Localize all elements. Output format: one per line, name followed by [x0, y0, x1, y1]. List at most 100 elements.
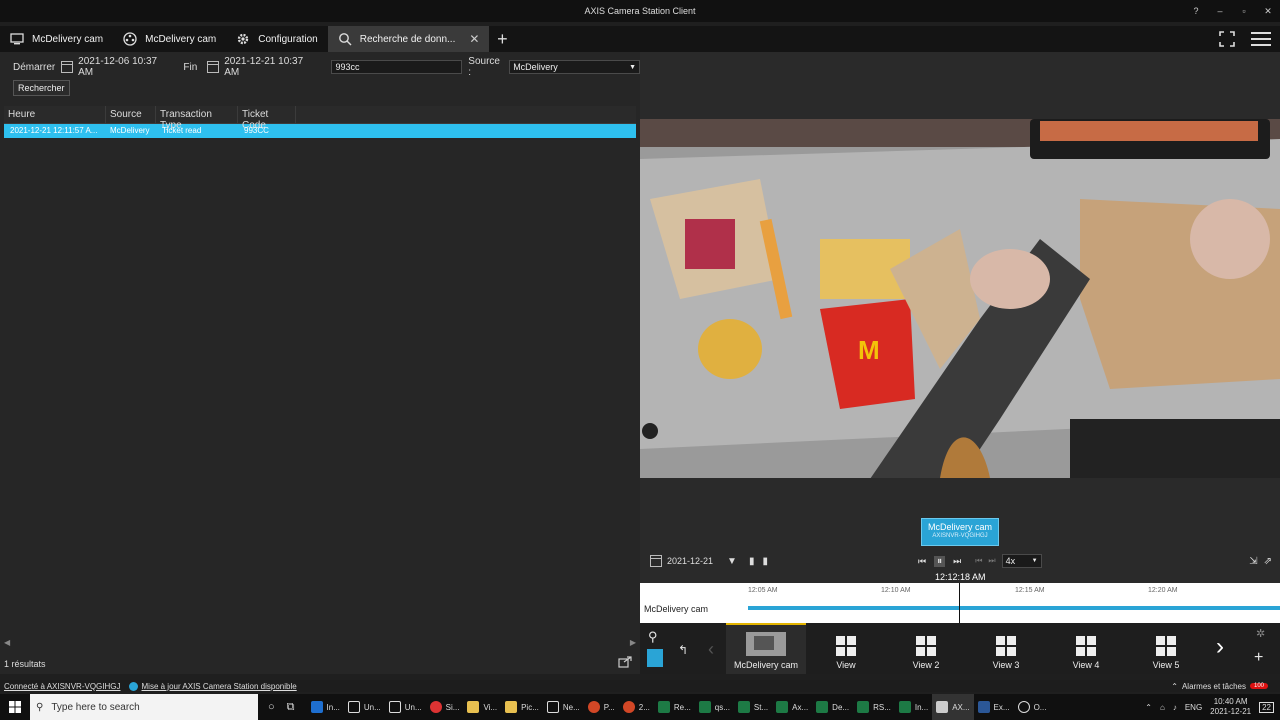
- taskbar-app[interactable]: Un...: [344, 694, 385, 720]
- add-tab-button[interactable]: +: [489, 26, 515, 52]
- scroll-left-icon[interactable]: ◀: [4, 638, 10, 647]
- scroll-views-left-icon[interactable]: ‹: [708, 639, 714, 660]
- lock-icon[interactable]: [647, 649, 663, 667]
- column-header-source[interactable]: Source: [106, 106, 156, 123]
- axis-camera-icon: [936, 701, 949, 713]
- taskbar-app[interactable]: Vi...: [463, 694, 501, 720]
- taskbar-app[interactable]: In...: [895, 694, 932, 720]
- taskbar-app[interactable]: Ax...: [772, 694, 812, 720]
- notification-icon[interactable]: 22: [1259, 701, 1274, 713]
- bookmark-icon[interactable]: ▮: [749, 556, 755, 567]
- update-notice[interactable]: Mise à jour AXIS Camera Station disponib…: [128, 681, 297, 691]
- recording-bar[interactable]: [748, 606, 1280, 610]
- alarms-label: Alarmes et tâches: [1181, 681, 1246, 691]
- taskbar-app-label: Ex...: [993, 702, 1010, 712]
- view-item[interactable]: View 2: [886, 623, 966, 674]
- zoom-icon[interactable]: ⚲: [648, 629, 658, 645]
- playhead[interactable]: [959, 583, 960, 623]
- alarms-and-tasks[interactable]: ⌃ Alarmes et tâches 100: [1171, 682, 1268, 691]
- camera-video-feed[interactable]: M: [640, 119, 1280, 478]
- calendar-icon[interactable]: [207, 61, 220, 73]
- calendar-icon[interactable]: [61, 61, 74, 73]
- taskbar-app[interactable]: qs...: [695, 694, 734, 720]
- excel-icon: [898, 701, 911, 713]
- maximize-button[interactable]: ▫: [1232, 6, 1256, 16]
- minimize-button[interactable]: –: [1208, 6, 1232, 16]
- fullscreen-icon[interactable]: [1218, 30, 1236, 48]
- open-external-icon[interactable]: ⇗: [1264, 556, 1272, 567]
- column-header-time[interactable]: Heure: [4, 106, 106, 123]
- scroll-views-right-icon[interactable]: ›: [1216, 633, 1224, 661]
- taskbar-app[interactable]: De...: [812, 694, 853, 720]
- taskbar-search[interactable]: ⚲ Type here to search: [30, 694, 258, 720]
- export-icon[interactable]: [618, 656, 632, 668]
- start-date-field[interactable]: 2021-12-06 10:37 AM: [78, 56, 173, 78]
- clock[interactable]: 10:40 AM 2021-12-21: [1210, 697, 1251, 717]
- filter-icon[interactable]: ▼: [727, 556, 737, 567]
- taskbar-app-label: O...: [1033, 702, 1047, 712]
- search-query-input[interactable]: 993cc: [331, 60, 463, 74]
- taskbar-app[interactable]: P...: [584, 694, 619, 720]
- view-item[interactable]: View 3: [966, 623, 1046, 674]
- view-item[interactable]: View 4: [1046, 623, 1126, 674]
- taskbar-app[interactable]: In...: [307, 694, 344, 720]
- taskbar-app[interactable]: AX...: [932, 694, 974, 720]
- step-back-icon[interactable]: ⏮: [975, 556, 982, 566]
- export-clip-icon[interactable]: ⇲: [1249, 556, 1257, 567]
- step-forward-icon[interactable]: ⏭: [988, 556, 995, 566]
- network-icon[interactable]: ⌂: [1160, 703, 1165, 712]
- language-indicator[interactable]: ENG: [1185, 703, 1202, 712]
- end-date-field[interactable]: 2021-12-21 10:37 AM: [224, 56, 319, 78]
- taskbar-app[interactable]: O...: [1014, 694, 1051, 720]
- cortana-icon[interactable]: ○: [268, 701, 275, 713]
- speed-select[interactable]: 4x ▼: [1001, 554, 1042, 568]
- taskbar-app[interactable]: Si...: [426, 694, 464, 720]
- taskbar-app[interactable]: Ex...: [974, 694, 1014, 720]
- column-header-transaction-type[interactable]: Transaction Type: [156, 106, 238, 131]
- view-item[interactable]: View: [806, 623, 886, 674]
- taskbar-app-label: P...: [603, 702, 615, 712]
- taskbar-app-label: Un...: [404, 702, 422, 712]
- camera-name-tooltip[interactable]: McDelivery cam AXISNVR-VQGIHGJ: [921, 518, 999, 546]
- back-icon[interactable]: ↰: [678, 643, 688, 657]
- settings-wheel-icon[interactable]: ✲: [1256, 627, 1265, 640]
- timeline[interactable]: 12:05 AM 12:10 AM 12:15 AM 12:20 AM McDe…: [640, 583, 1280, 623]
- view-item[interactable]: View 5: [1126, 623, 1206, 674]
- menu-icon[interactable]: [1250, 30, 1272, 48]
- close-window-button[interactable]: ✕: [1256, 6, 1280, 17]
- help-button[interactable]: ?: [1184, 6, 1208, 16]
- source-select[interactable]: McDelivery ▼: [509, 60, 640, 74]
- taskbar-app[interactable]: 2...: [619, 694, 654, 720]
- calendar-icon[interactable]: [650, 555, 662, 567]
- view-item[interactable]: McDelivery cam: [726, 623, 806, 674]
- playback-date[interactable]: 2021-12-21: [667, 556, 713, 566]
- column-header-ticket-code[interactable]: Ticket Code: [238, 106, 296, 131]
- info-icon: [128, 681, 138, 691]
- tab-live-view[interactable]: McDelivery cam: [0, 26, 113, 52]
- connection-status[interactable]: Connecté à AXISNVR-VQGIHGJ: [4, 682, 121, 691]
- chevron-up-icon[interactable]: ⌃: [1145, 703, 1152, 712]
- tab-data-search[interactable]: Recherche de donn... ✕: [327, 26, 490, 52]
- close-icon[interactable]: ✕: [469, 32, 479, 46]
- taskbar-app[interactable]: Un...: [385, 694, 426, 720]
- add-view-icon[interactable]: +: [1254, 649, 1263, 667]
- search-button[interactable]: Rechercher: [13, 80, 70, 96]
- tab-configuration[interactable]: Configuration: [226, 26, 327, 52]
- add-bookmark-icon[interactable]: ▮: [762, 556, 768, 567]
- tab-recordings[interactable]: McDelivery cam: [113, 26, 226, 52]
- taskbar-app[interactable]: St...: [734, 694, 772, 720]
- volume-icon[interactable]: ♪: [1173, 703, 1177, 712]
- pause-icon[interactable]: ⏸: [934, 555, 946, 567]
- horizontal-scrollbar[interactable]: ◀ ▶: [4, 638, 636, 647]
- task-view-icon[interactable]: ⧉: [287, 701, 295, 714]
- table-row[interactable]: 2021-12-21 12:11:57 A... McDelivery Tick…: [4, 124, 636, 138]
- start-button[interactable]: [0, 694, 30, 720]
- taskbar-app[interactable]: Pic...: [501, 694, 543, 720]
- taskbar-app[interactable]: Re...: [654, 694, 695, 720]
- search-criteria: Démarrer 2021-12-06 10:37 AM Fin 2021-12…: [13, 56, 640, 78]
- taskbar-app[interactable]: Ne...: [543, 694, 584, 720]
- skip-forward-icon[interactable]: ⏭: [953, 556, 961, 567]
- taskbar-app[interactable]: RS...: [853, 694, 895, 720]
- skip-back-icon[interactable]: ⏮: [918, 556, 926, 567]
- scroll-right-icon[interactable]: ▶: [630, 638, 636, 647]
